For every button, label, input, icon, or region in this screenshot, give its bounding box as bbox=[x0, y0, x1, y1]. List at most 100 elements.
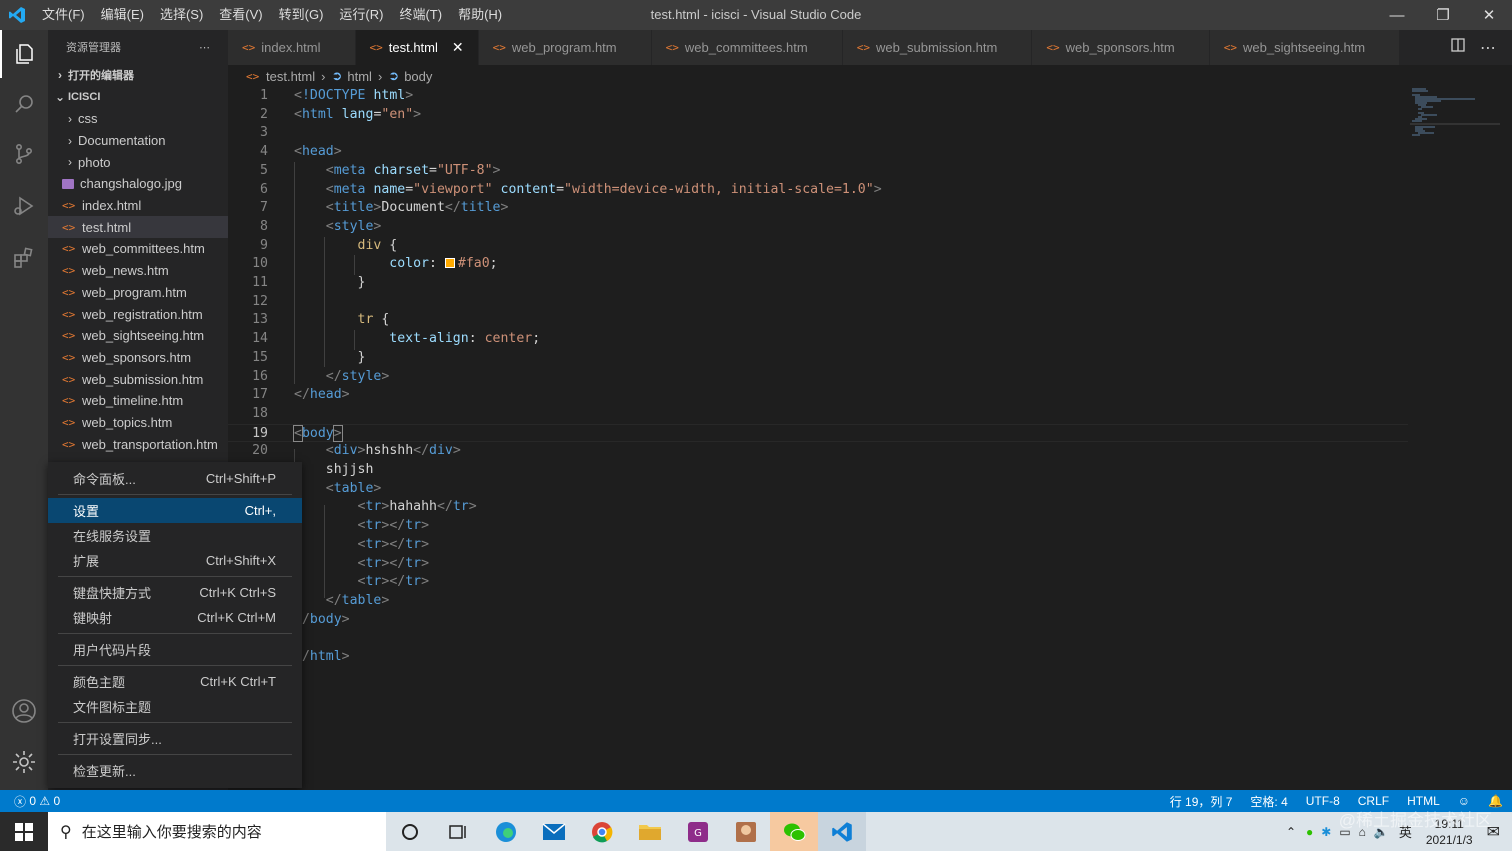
file-item[interactable]: <> test.html bbox=[48, 216, 228, 239]
menu-item[interactable]: 运行(R) bbox=[331, 0, 391, 30]
file-item[interactable]: <> web_topics.htm bbox=[48, 412, 228, 434]
game-app-icon[interactable] bbox=[722, 812, 770, 851]
context-menu-item[interactable]: 键盘快捷方式 Ctrl+K Ctrl+S bbox=[48, 580, 302, 605]
folder-item[interactable]: › photo bbox=[48, 151, 228, 173]
file-item[interactable]: <> web_news.htm bbox=[48, 260, 228, 282]
menu-item[interactable]: 终端(T) bbox=[391, 0, 450, 30]
menu-item[interactable]: 帮助(H) bbox=[450, 0, 510, 30]
folder-item[interactable]: › css bbox=[48, 108, 228, 130]
file-item[interactable]: <> index.html bbox=[48, 195, 228, 217]
file-explorer-icon[interactable] bbox=[626, 812, 674, 851]
context-menu-item[interactable]: 在线服务设置 bbox=[48, 523, 302, 548]
problems-indicator[interactable]: ⓧ 0 ⚠ 0 bbox=[0, 793, 60, 810]
tray-chevron-up-icon[interactable]: ⌃ bbox=[1280, 825, 1302, 839]
svg-text:G: G bbox=[694, 828, 702, 839]
menu-item[interactable]: 选择(S) bbox=[152, 0, 211, 30]
menu-item[interactable]: 文件(F) bbox=[34, 0, 93, 30]
context-menu-item[interactable]: 打开设置同步... bbox=[48, 726, 302, 751]
menu-item-label: 在线服务设置 bbox=[73, 529, 152, 544]
chevron-right-icon: › bbox=[68, 111, 72, 126]
mail-icon[interactable] bbox=[530, 812, 578, 851]
file-item[interactable]: <> web_committees.htm bbox=[48, 238, 228, 260]
editor-tab[interactable]: <> index.html bbox=[228, 30, 356, 65]
tab-label: web_sightseeing.htm bbox=[1242, 40, 1366, 55]
file-label: index.html bbox=[82, 198, 142, 214]
context-menu-item[interactable]: 设置 Ctrl+, bbox=[48, 498, 302, 523]
breadcrumb-file[interactable]: test.html bbox=[266, 69, 315, 84]
more-tab-actions-icon[interactable]: ⋯ bbox=[1480, 38, 1496, 58]
task-view-icon[interactable] bbox=[434, 812, 482, 851]
file-item[interactable]: <> web_program.htm bbox=[48, 282, 228, 304]
breadcrumb-html[interactable]: html bbox=[347, 69, 372, 84]
file-item[interactable]: <> web_transportation.htm bbox=[48, 433, 228, 455]
split-editor-icon[interactable] bbox=[1450, 37, 1466, 58]
extensions-icon[interactable] bbox=[0, 234, 48, 282]
vscode-logo-icon bbox=[0, 0, 34, 30]
context-menu-item[interactable]: 颜色主题 Ctrl+K Ctrl+T bbox=[48, 669, 302, 694]
folder-item[interactable]: › Documentation bbox=[48, 130, 228, 152]
wechat-icon[interactable] bbox=[770, 812, 818, 851]
editor-tab[interactable]: <> web_program.htm bbox=[478, 30, 652, 65]
restore-icon[interactable]: ❐ bbox=[1420, 0, 1466, 30]
bluetooth-icon[interactable]: ✱ bbox=[1317, 825, 1335, 839]
context-menu-item[interactable]: 用户代码片段 bbox=[48, 637, 302, 662]
run-debug-icon[interactable] bbox=[0, 182, 48, 230]
open-editors-section[interactable]: › 打开的编辑器 bbox=[48, 64, 228, 86]
file-item[interactable]: changshalogo.jpg bbox=[48, 173, 228, 195]
context-menu-item[interactable]: 文件图标主题 bbox=[48, 694, 302, 719]
editor-tab[interactable]: <> web_committees.htm bbox=[651, 30, 843, 65]
minimize-icon[interactable]: — bbox=[1374, 0, 1420, 30]
search-icon[interactable] bbox=[0, 80, 48, 128]
workspace-root[interactable]: ⌄ ICISCI bbox=[48, 86, 228, 108]
close-tab-icon[interactable]: ✕ bbox=[452, 39, 464, 56]
breadcrumb-body[interactable]: body bbox=[404, 69, 432, 84]
taskbar-search[interactable]: ⚲ 在这里输入你要搜索的内容 bbox=[48, 812, 386, 851]
menu-item[interactable]: 查看(V) bbox=[211, 0, 270, 30]
windows-taskbar: ⚲ 在这里输入你要搜索的内容 G ⌃ ● ✱ ▭ ⌂ 🔈 英 19:11 202… bbox=[0, 811, 1512, 851]
html-file-icon: <> bbox=[1223, 41, 1237, 54]
pdf-app-icon[interactable]: G bbox=[674, 812, 722, 851]
color-swatch[interactable] bbox=[444, 258, 455, 269]
menu-bar: 文件(F) 编辑(E) 选择(S) 查看(V) 转到(G) 运行(R) 终端(T) 帮助(H) bbox=[34, 0, 510, 30]
chrome-icon[interactable] bbox=[578, 812, 626, 851]
file-item[interactable]: <> web_registration.htm bbox=[48, 303, 228, 325]
context-menu-item[interactable]: 扩展 Ctrl+Shift+X bbox=[48, 548, 302, 573]
html-file-icon: <> bbox=[492, 41, 506, 54]
close-window-icon[interactable]: ✕ bbox=[1466, 0, 1512, 30]
edge-icon[interactable] bbox=[482, 812, 530, 851]
tab-label: index.html bbox=[261, 40, 321, 55]
file-label: css bbox=[78, 111, 98, 127]
more-actions-icon[interactable]: ⋯ bbox=[199, 41, 210, 54]
file-item[interactable]: <> web_sightseeing.htm bbox=[48, 325, 228, 347]
file-label: web_transportation.htm bbox=[82, 436, 218, 452]
windows-start-icon[interactable] bbox=[0, 812, 48, 851]
file-label: web_sightseeing.htm bbox=[82, 328, 205, 344]
vscode-taskbar-icon[interactable] bbox=[818, 812, 866, 851]
account-icon[interactable] bbox=[0, 687, 48, 735]
menu-item[interactable]: 编辑(E) bbox=[93, 0, 152, 30]
source-control-icon[interactable] bbox=[0, 130, 48, 178]
cursor-position[interactable]: 行 19，列 7 bbox=[1161, 793, 1242, 810]
indentation[interactable]: 空格: 4 bbox=[1241, 793, 1296, 810]
title-bar: 文件(F) 编辑(E) 选择(S) 查看(V) 转到(G) 运行(R) 终端(T) 帮助(H)… bbox=[0, 0, 1512, 30]
file-label: web_registration.htm bbox=[82, 306, 203, 322]
editor-tab[interactable]: <> web_sightseeing.htm bbox=[1209, 30, 1401, 65]
file-item[interactable]: <> web_sponsors.htm bbox=[48, 347, 228, 369]
file-item[interactable]: <> web_timeline.htm bbox=[48, 390, 228, 412]
editor-tab[interactable]: <> web_submission.htm bbox=[842, 30, 1033, 65]
context-menu-item[interactable]: 命令面板... Ctrl+Shift+P bbox=[48, 466, 302, 491]
minimap[interactable] bbox=[1410, 87, 1500, 137]
editor-tab[interactable]: <> web_sponsors.htm bbox=[1032, 30, 1210, 65]
explorer-icon[interactable] bbox=[0, 30, 48, 78]
context-menu-item[interactable]: 检查更新... bbox=[48, 758, 302, 783]
manage-gear-icon[interactable] bbox=[0, 738, 48, 786]
html-file-icon: <> bbox=[246, 69, 260, 83]
cortana-icon[interactable] bbox=[386, 812, 434, 851]
menu-item[interactable]: 转到(G) bbox=[271, 0, 332, 30]
editor-tab[interactable]: <> test.html ✕ bbox=[355, 30, 479, 65]
html-file-icon: <> bbox=[62, 264, 76, 278]
context-menu-item[interactable]: 键映射 Ctrl+K Ctrl+M bbox=[48, 605, 302, 630]
wechat-tray-icon[interactable]: ● bbox=[1302, 825, 1317, 839]
code-editor[interactable]: 1 <!DOCTYPE html> 2 <html lang="en"> 3 4 <h… bbox=[228, 87, 1512, 790]
file-item[interactable]: <> web_submission.htm bbox=[48, 368, 228, 390]
